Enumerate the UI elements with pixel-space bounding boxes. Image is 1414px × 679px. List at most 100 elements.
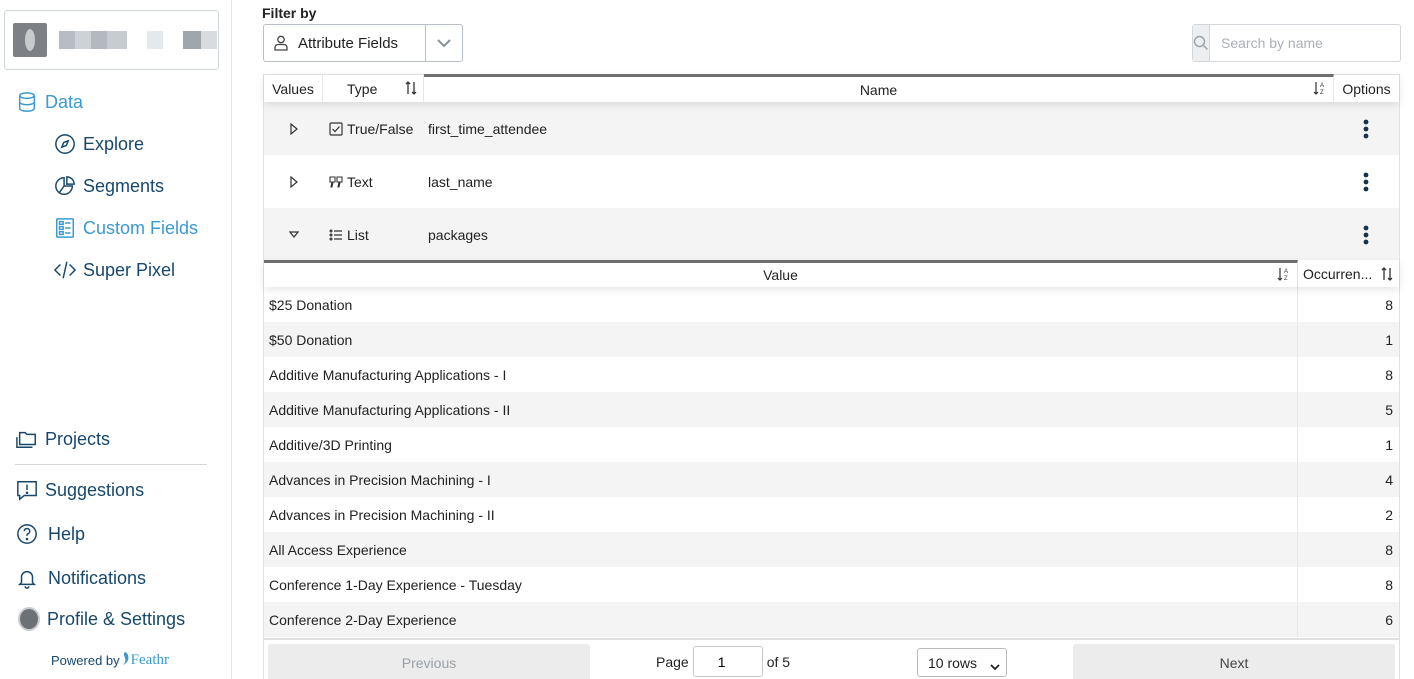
nav-super-pixel-label: Super Pixel — [83, 259, 176, 280]
avatar — [18, 607, 40, 631]
field-name: last_name — [428, 173, 493, 190]
nav-notifications[interactable]: Notifications — [16, 567, 146, 589]
account-logo — [13, 23, 47, 57]
help-circle-icon — [16, 523, 38, 545]
nav-explore-label: Explore — [83, 133, 145, 154]
filter-by-label: Filter by — [262, 5, 317, 21]
form-list-icon — [54, 217, 76, 239]
nav-custom-fields-label: Custom Fields — [83, 217, 199, 238]
page-number-input[interactable] — [692, 646, 763, 677]
value-row: Advances in Precision Machining - I4 — [264, 462, 1399, 497]
value-row: Additive Manufacturing Applications - II… — [264, 392, 1399, 427]
nav-help-label: Help — [48, 523, 86, 544]
feedback-icon — [16, 479, 38, 501]
pagination: Previous Page of 5 10 rows Next — [264, 638, 1399, 679]
value-row: Conference 1-Day Experience - Tuesday 8 — [264, 567, 1399, 602]
field-name: first_time_attendee — [428, 120, 548, 137]
nav-profile-settings[interactable]: Profile & Settings — [18, 607, 186, 631]
more-options-icon[interactable] — [1332, 119, 1399, 139]
svg-text:A: A — [1284, 269, 1288, 275]
account-switcher[interactable] — [4, 10, 219, 70]
svg-text:A: A — [1320, 83, 1324, 89]
filter-select[interactable]: Attribute Fields — [263, 24, 463, 62]
nav-projects[interactable]: Projects — [16, 428, 110, 450]
value-row: All Access Experience 8 — [264, 532, 1399, 567]
more-options-icon[interactable] — [1332, 172, 1399, 192]
list-icon — [329, 228, 343, 242]
field-name: packages — [428, 226, 488, 243]
value-row: Advances in Precision Machining - II 2 — [264, 497, 1399, 532]
field-type: List — [347, 226, 369, 243]
nav-segments-label: Segments — [83, 175, 165, 196]
page-total: of 5 — [766, 653, 791, 670]
search-input[interactable] — [1210, 25, 1402, 61]
col-type[interactable]: Type — [323, 75, 424, 102]
value-row: Additive Manufacturing Applications - I8 — [264, 357, 1399, 392]
code-icon — [54, 259, 76, 281]
search-box[interactable] — [1192, 24, 1402, 62]
col-name[interactable]: Name AZ — [424, 74, 1334, 102]
nav-data[interactable]: Data — [16, 91, 83, 113]
page-label: Page — [656, 653, 689, 670]
nav-segments[interactable]: Segments — [54, 175, 164, 197]
folders-icon — [16, 428, 38, 450]
nav-data-label: Data — [45, 91, 84, 112]
next-button[interactable]: Next — [1073, 644, 1395, 679]
pie-chart-icon — [54, 175, 76, 197]
account-name-redacted — [59, 31, 217, 49]
page-info: Page of 5 — [656, 646, 790, 677]
powered-by-feathr: Powered by Feathr — [51, 652, 169, 669]
search-icon — [1193, 25, 1210, 61]
filter-selected-value: Attribute Fields — [298, 34, 399, 52]
rows-per-page-select[interactable]: 10 rows — [917, 648, 1007, 677]
nav-notifications-label: Notifications — [48, 567, 147, 588]
collapse-icon[interactable] — [264, 230, 323, 239]
database-icon — [16, 91, 38, 113]
feathr-logo: Feathr — [122, 652, 169, 669]
values-table-header: Value AZ Occurren... — [264, 260, 1399, 287]
table-header: Values Type Name AZ Options — [264, 74, 1399, 102]
sort-icon[interactable] — [1381, 267, 1393, 281]
value-row: $25 Donation 8 — [264, 287, 1399, 322]
field-type: True/False — [347, 120, 414, 137]
svg-text:Z: Z — [1284, 276, 1288, 281]
col-occurrences[interactable]: Occurren... — [1298, 260, 1399, 287]
sort-alpha-icon[interactable]: AZ — [1313, 81, 1327, 95]
nav-help[interactable]: Help — [16, 523, 85, 545]
previous-button[interactable]: Previous — [268, 644, 590, 679]
svg-text:Z: Z — [1320, 90, 1324, 95]
table-row[interactable]: List packages — [264, 208, 1399, 261]
chevron-down-icon — [990, 658, 1000, 674]
value-row: Conference 2-Day Experience 6 — [264, 602, 1399, 637]
expand-icon[interactable] — [264, 175, 323, 188]
nav-profile-label: Profile & Settings — [47, 608, 186, 629]
checkbox-icon — [329, 121, 343, 136]
table-row[interactable]: True/False first_time_attendee — [264, 102, 1399, 155]
value-row: Additive/3D Printing 1 — [264, 427, 1399, 462]
powered-by-label: Powered by — [51, 653, 120, 668]
field-type: Text — [347, 173, 373, 190]
sort-icon[interactable] — [405, 81, 417, 95]
value-row: $50 Donation 1 — [264, 322, 1399, 357]
sidebar: Data Explore Segments Custom Fields Supe… — [0, 0, 232, 679]
nav-custom-fields[interactable]: Custom Fields — [54, 217, 198, 239]
table-row[interactable]: Text last_name — [264, 155, 1399, 208]
col-options: Options — [1342, 80, 1391, 97]
quote-icon — [329, 175, 343, 189]
nav-super-pixel[interactable]: Super Pixel — [54, 259, 175, 281]
more-options-icon[interactable] — [1332, 225, 1399, 245]
chevron-down-icon[interactable] — [425, 25, 462, 61]
compass-icon — [54, 133, 76, 155]
nav-suggestions-label: Suggestions — [45, 479, 145, 500]
custom-fields-table: Values Type Name AZ Options True/False f… — [263, 74, 1400, 679]
col-value[interactable]: Value AZ — [264, 260, 1298, 287]
nav-suggestions[interactable]: Suggestions — [16, 479, 144, 501]
bell-icon — [16, 567, 38, 589]
person-icon — [274, 35, 290, 51]
sort-alpha-icon[interactable]: AZ — [1277, 267, 1291, 281]
nav-projects-label: Projects — [45, 428, 111, 449]
expand-icon[interactable] — [264, 122, 323, 135]
sidebar-divider — [15, 464, 207, 465]
col-values: Values — [264, 75, 323, 102]
nav-explore[interactable]: Explore — [54, 133, 144, 155]
